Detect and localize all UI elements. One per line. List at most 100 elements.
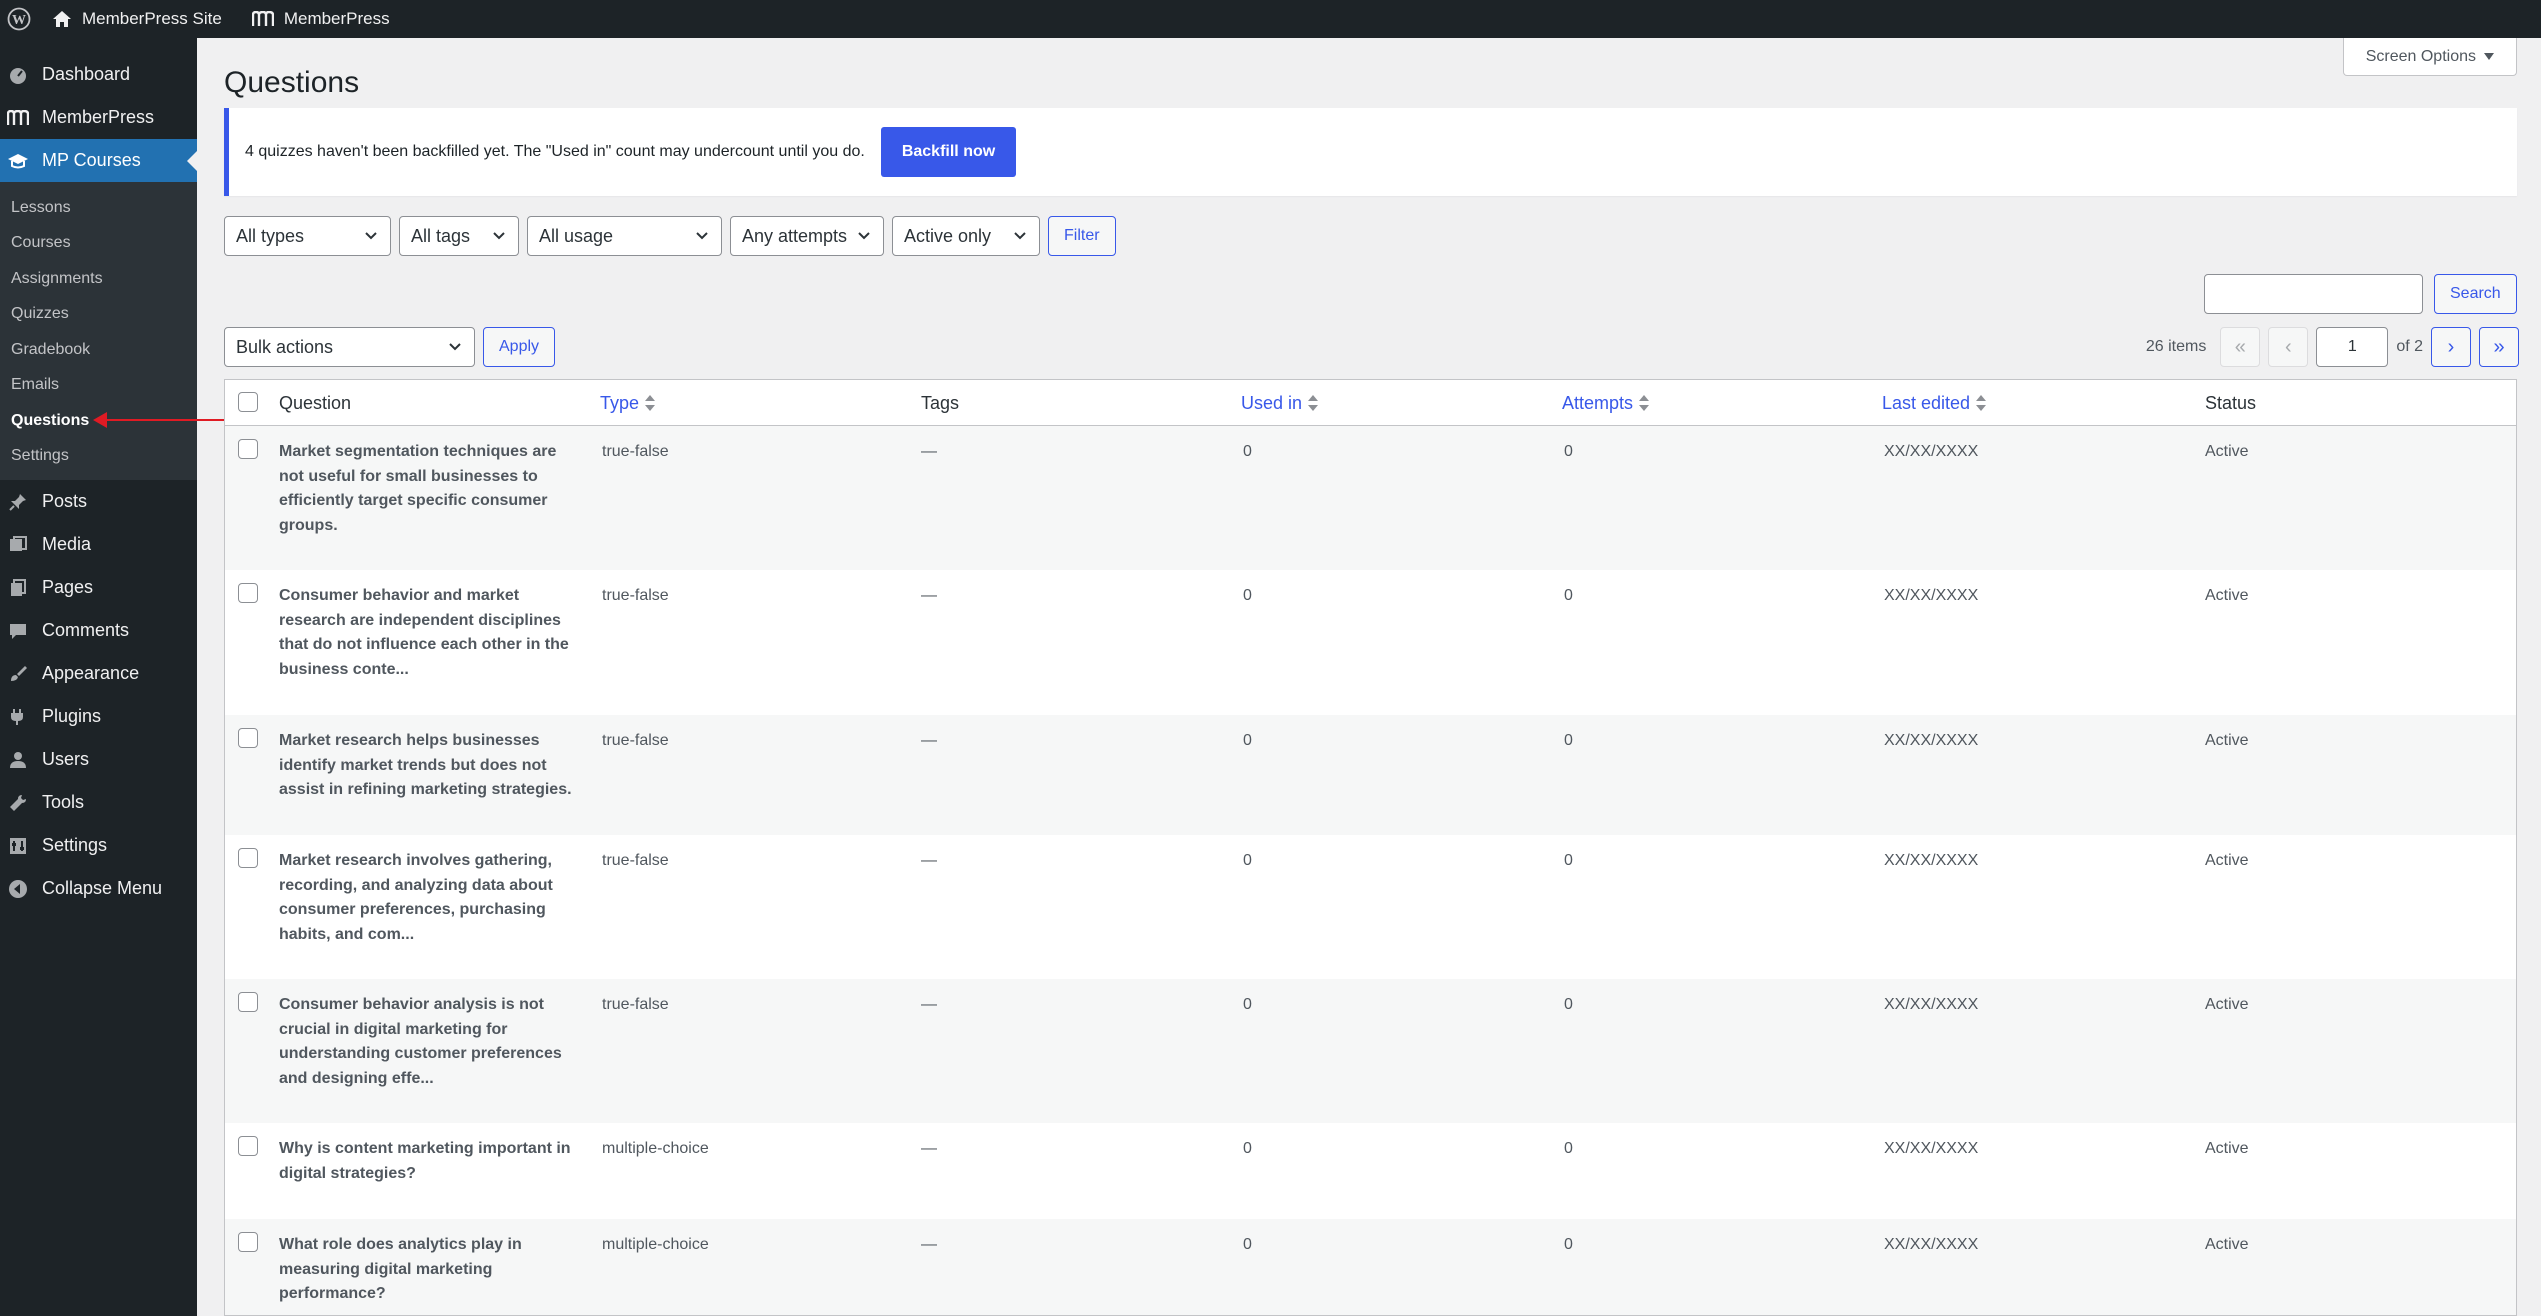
attempts-cell: 0 — [1564, 1236, 1573, 1253]
memberpress-icon — [6, 106, 30, 130]
sidebar-item-memberpress[interactable]: MemberPress — [0, 96, 197, 139]
question-text[interactable]: Market research involves gathering, reco… — [279, 849, 579, 947]
tags-cell: — — [921, 732, 937, 749]
bulk-actions-select[interactable]: Bulk actions — [224, 327, 475, 367]
prev-page-button[interactable]: ‹ — [2268, 327, 2309, 367]
attempts-cell: 0 — [1564, 732, 1573, 749]
status-filter-select[interactable]: Active only — [892, 216, 1040, 256]
row-checkbox[interactable] — [238, 1232, 258, 1252]
apply-button[interactable]: Apply — [483, 327, 556, 367]
next-page-button[interactable]: › — [2431, 327, 2471, 367]
collapse-menu-button[interactable]: Collapse Menu — [0, 867, 197, 910]
site-name-link[interactable]: MemberPress Site — [38, 0, 238, 38]
tags-filter-select[interactable]: All tags — [399, 216, 519, 256]
submenu-gradebook[interactable]: Gradebook — [0, 332, 197, 368]
sidebar-item-mp-courses[interactable]: MP Courses — [0, 139, 197, 182]
tags-cell: — — [921, 852, 937, 869]
sidebar-item-label: Appearance — [42, 663, 140, 683]
submenu-settings[interactable]: Settings — [0, 439, 197, 475]
question-text[interactable]: Why is content marketing important in di… — [279, 1137, 579, 1186]
submenu-courses[interactable]: Courses — [0, 226, 197, 262]
sidebar-item-label: Dashboard — [42, 64, 131, 84]
question-text[interactable]: Consumer behavior and market research ar… — [279, 584, 579, 682]
sidebar-item-media[interactable]: Media — [0, 523, 197, 566]
type-filter-value: All types — [236, 225, 305, 246]
tags-cell: — — [921, 443, 937, 460]
row-checkbox[interactable] — [238, 439, 258, 459]
used-in-cell: 0 — [1243, 732, 1252, 749]
last-edited-cell: XX/XX/XXXX — [1884, 852, 1979, 869]
usage-filter-select[interactable]: All usage — [527, 216, 722, 256]
attempts-cell: 0 — [1564, 587, 1573, 604]
question-text[interactable]: Market segmentation techniques are not u… — [279, 440, 579, 538]
chevron-down-icon — [1014, 232, 1026, 240]
chevron-down-icon — [493, 232, 505, 240]
column-used-in[interactable]: Used in — [1241, 380, 1319, 426]
sidebar-item-plugins[interactable]: Plugins — [0, 695, 197, 738]
status-cell: Active — [2205, 1140, 2249, 1157]
sidebar-item-comments[interactable]: Comments — [0, 609, 197, 652]
search-button[interactable]: Search — [2434, 274, 2517, 314]
admin-bar: W MemberPress Site MemberPress — [0, 0, 2541, 38]
submenu-lessons[interactable]: Lessons — [0, 190, 197, 226]
column-type-label: Type — [600, 392, 640, 413]
row-checkbox[interactable] — [238, 848, 258, 868]
memberpress-bar-link[interactable]: MemberPress — [238, 0, 406, 38]
submenu-assignments[interactable]: Assignments — [0, 261, 197, 297]
mp-courses-submenu: Lessons Courses Assignments Quizzes Grad… — [0, 182, 197, 480]
chevron-down-icon — [858, 232, 870, 240]
sidebar-item-posts[interactable]: Posts — [0, 480, 197, 523]
sidebar-item-label: MemberPress — [42, 107, 155, 127]
sidebar-item-tools[interactable]: Tools — [0, 781, 197, 824]
courses-icon — [6, 149, 30, 173]
sidebar-item-pages[interactable]: Pages — [0, 566, 197, 609]
submenu-quizzes[interactable]: Quizzes — [0, 297, 197, 333]
filters-bar: All types All tags All usage Any attempt… — [224, 216, 1116, 256]
column-type[interactable]: Type — [600, 380, 656, 426]
current-page-input[interactable]: 1 — [2316, 327, 2389, 367]
tags-cell: — — [921, 587, 937, 604]
site-name-label: MemberPress Site — [82, 9, 222, 28]
attempts-filter-value: Any attempts — [742, 225, 848, 246]
row-checkbox[interactable] — [238, 583, 258, 603]
memberpress-bar-label: MemberPress — [283, 9, 390, 28]
page-title: Questions — [224, 66, 360, 99]
attempts-cell: 0 — [1564, 996, 1573, 1013]
screen-options-label: Screen Options — [2365, 47, 2476, 65]
table-header: Question Type Tags Used in Attempts Last… — [225, 380, 2516, 426]
sidebar-item-dashboard[interactable]: Dashboard — [0, 53, 197, 96]
questions-table: Question Type Tags Used in Attempts Last… — [224, 379, 2517, 1316]
memberpress-logo-icon — [251, 11, 274, 27]
row-checkbox[interactable] — [238, 728, 258, 748]
first-page-button[interactable]: « — [2220, 327, 2261, 367]
sidebar-item-users[interactable]: Users — [0, 738, 197, 781]
sidebar-item-label: Pages — [42, 577, 94, 597]
select-all-checkbox[interactable] — [238, 392, 258, 412]
search-input[interactable] — [2204, 274, 2423, 314]
table-row: What role does analytics play in measuri… — [225, 1219, 2516, 1315]
sidebar-item-settings[interactable]: Settings — [0, 824, 197, 867]
settings-icon — [6, 834, 30, 858]
row-checkbox[interactable] — [238, 1136, 258, 1156]
sort-icon — [1308, 394, 1319, 412]
row-checkbox[interactable] — [238, 992, 258, 1012]
backfill-notice: 4 quizzes haven't been backfilled yet. T… — [224, 108, 2517, 196]
attempts-filter-select[interactable]: Any attempts — [730, 216, 884, 256]
question-text[interactable]: Market research helps businesses identif… — [279, 729, 579, 803]
sidebar-item-appearance[interactable]: Appearance — [0, 652, 197, 695]
question-text[interactable]: Consumer behavior analysis is not crucia… — [279, 993, 579, 1091]
submenu-emails[interactable]: Emails — [0, 368, 197, 404]
column-last-edited[interactable]: Last edited — [1882, 380, 1987, 426]
backfill-now-button[interactable]: Backfill now — [880, 127, 1017, 177]
wordpress-logo-icon[interactable]: W — [0, 0, 38, 38]
screen-options-button[interactable]: Screen Options — [2342, 38, 2517, 76]
bulk-actions-bar: Bulk actions Apply — [224, 327, 556, 367]
type-filter-select[interactable]: All types — [224, 216, 391, 256]
pages-icon — [6, 576, 30, 600]
column-attempts[interactable]: Attempts — [1562, 380, 1650, 426]
last-page-button[interactable]: » — [2479, 327, 2519, 367]
filter-button[interactable]: Filter — [1048, 216, 1116, 256]
question-text[interactable]: What role does analytics play in measuri… — [279, 1233, 579, 1307]
column-last-edited-label: Last edited — [1882, 392, 1971, 413]
used-in-cell: 0 — [1243, 443, 1252, 460]
